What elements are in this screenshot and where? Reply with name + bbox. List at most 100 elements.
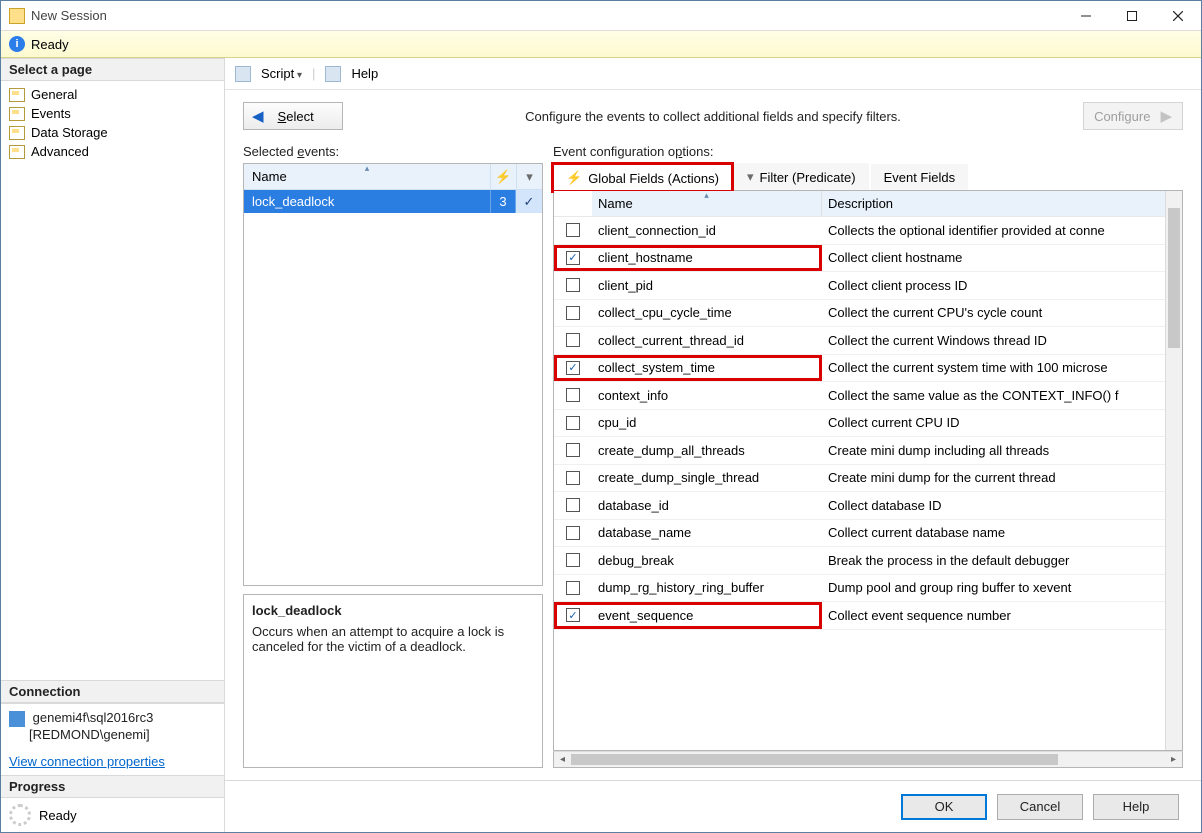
field-row[interactable]: context_infoCollect the same value as th…	[554, 382, 1165, 410]
field-checkbox[interactable]: ✓	[554, 361, 592, 375]
lightning-icon: ⚡	[566, 170, 582, 186]
field-desc: Create mini dump including all threads	[822, 443, 1165, 458]
field-row[interactable]: ✓client_hostnameCollect client hostname	[554, 245, 1165, 273]
field-row[interactable]: cpu_idCollect current CPU ID	[554, 410, 1165, 438]
field-checkbox[interactable]	[554, 553, 592, 567]
field-desc: Collect the same value as the CONTEXT_IN…	[822, 388, 1165, 403]
page-advanced[interactable]: Advanced	[7, 142, 218, 161]
event-config-label: Event configuration options:	[553, 144, 1183, 159]
funnel-icon: ▾	[747, 169, 754, 185]
config-tabs: ⚡ Global Fields (Actions) ▾ Filter (Pred…	[553, 163, 1183, 191]
tab-global-fields[interactable]: ⚡ Global Fields (Actions)	[553, 164, 732, 191]
field-name: collect_current_thread_id	[592, 333, 822, 348]
field-row[interactable]: create_dump_all_threadsCreate mini dump …	[554, 437, 1165, 465]
field-checkbox[interactable]	[554, 388, 592, 402]
instruction-text: Configure the events to collect addition…	[357, 109, 1069, 124]
col-field-desc[interactable]: Description	[822, 191, 1165, 216]
global-fields-grid: ▴ Name Description client_connection_idC…	[553, 191, 1183, 751]
selected-event-row[interactable]: lock_deadlock 3 ✓	[244, 190, 542, 213]
field-desc: Collect the current system time with 100…	[822, 360, 1165, 375]
field-row[interactable]: client_connection_idCollects the optiona…	[554, 217, 1165, 245]
field-row[interactable]: ✓collect_system_timeCollect the current …	[554, 355, 1165, 383]
col-filter[interactable]: ▾	[516, 164, 542, 189]
field-row[interactable]: debug_breakBreak the process in the defa…	[554, 547, 1165, 575]
help-button[interactable]: Help	[351, 66, 378, 81]
field-name: create_dump_single_thread	[592, 470, 822, 485]
field-desc: Collect database ID	[822, 498, 1165, 513]
page-data-storage[interactable]: Data Storage	[7, 123, 218, 142]
vertical-scrollbar[interactable]	[1165, 191, 1182, 750]
tab-event-fields[interactable]: Event Fields	[871, 164, 969, 190]
selected-events-label: Selected events:	[243, 144, 543, 159]
field-name: context_info	[592, 388, 822, 403]
progress-header: Progress	[1, 775, 224, 798]
script-dropdown[interactable]: Script	[261, 66, 302, 81]
configure-button: Configure ▶	[1083, 102, 1183, 130]
field-row[interactable]: collect_cpu_cycle_timeCollect the curren…	[554, 300, 1165, 328]
field-checkbox[interactable]	[554, 581, 592, 595]
field-checkbox[interactable]	[554, 471, 592, 485]
field-checkbox[interactable]	[554, 526, 592, 540]
field-row[interactable]: client_pidCollect client process ID	[554, 272, 1165, 300]
page-icon	[9, 107, 25, 121]
col-field-name[interactable]: ▴ Name	[592, 191, 822, 216]
titlebar: New Session	[1, 1, 1201, 31]
page-events[interactable]: Events	[7, 104, 218, 123]
select-button[interactable]: ◀ Select	[243, 102, 343, 130]
field-checkbox[interactable]	[554, 223, 592, 237]
field-row[interactable]: collect_current_thread_idCollect the cur…	[554, 327, 1165, 355]
field-name: client_connection_id	[592, 223, 822, 238]
tab-filter[interactable]: ▾ Filter (Predicate)	[734, 163, 869, 190]
field-checkbox[interactable]	[554, 498, 592, 512]
sort-indicator-icon: ▴	[704, 191, 709, 201]
cancel-button[interactable]: Cancel	[997, 794, 1083, 820]
minimize-button[interactable]	[1063, 1, 1109, 31]
field-row[interactable]: database_nameCollect current database na…	[554, 520, 1165, 548]
status-strip: i Ready	[1, 31, 1201, 58]
app-icon	[9, 8, 25, 24]
field-row[interactable]: dump_rg_history_ring_bufferDump pool and…	[554, 575, 1165, 603]
status-text: Ready	[31, 37, 69, 52]
lightning-icon: ⚡	[495, 169, 511, 185]
field-row[interactable]: ✓event_sequenceCollect event sequence nu…	[554, 602, 1165, 630]
field-desc: Collect the current Windows thread ID	[822, 333, 1165, 348]
ok-button[interactable]: OK	[901, 794, 987, 820]
field-desc: Create mini dump for the current thread	[822, 470, 1165, 485]
field-name: event_sequence	[592, 608, 822, 623]
field-name: client_pid	[592, 278, 822, 293]
field-checkbox[interactable]	[554, 306, 592, 320]
field-checkbox[interactable]: ✓	[554, 608, 592, 622]
field-checkbox[interactable]: ✓	[554, 251, 592, 265]
field-name: collect_cpu_cycle_time	[592, 305, 822, 320]
col-action-count[interactable]: ⚡	[490, 164, 516, 189]
field-name: cpu_id	[592, 415, 822, 430]
progress-box: Ready	[1, 798, 224, 832]
close-button[interactable]	[1155, 1, 1201, 31]
field-checkbox[interactable]	[554, 443, 592, 457]
field-name: database_id	[592, 498, 822, 513]
view-connection-properties-link[interactable]: View connection properties	[1, 748, 224, 775]
col-name[interactable]: ▴ Name	[244, 164, 490, 189]
field-row[interactable]: database_idCollect database ID	[554, 492, 1165, 520]
dialog-footer: OK Cancel Help	[225, 780, 1201, 832]
field-checkbox[interactable]	[554, 333, 592, 347]
field-name: client_hostname	[592, 250, 822, 265]
script-icon	[235, 66, 251, 82]
field-row[interactable]: create_dump_single_threadCreate mini dum…	[554, 465, 1165, 493]
check-icon: ✓	[516, 190, 542, 213]
connection-header: Connection	[1, 680, 224, 703]
field-checkbox[interactable]	[554, 278, 592, 292]
field-desc: Collect the current CPU's cycle count	[822, 305, 1165, 320]
field-desc: Collect current CPU ID	[822, 415, 1165, 430]
horizontal-scrollbar[interactable]: ◂ ▸	[553, 751, 1183, 768]
arrow-left-icon: ◀	[252, 107, 264, 125]
connection-info: genemi4f\sql2016rc3 [REDMOND\genemi]	[1, 703, 224, 748]
progress-text: Ready	[39, 808, 77, 823]
maximize-button[interactable]	[1109, 1, 1155, 31]
page-icon	[9, 126, 25, 140]
help-button[interactable]: Help	[1093, 794, 1179, 820]
toolbar: Script | Help	[225, 58, 1201, 90]
field-checkbox[interactable]	[554, 416, 592, 430]
page-general[interactable]: General	[7, 85, 218, 104]
field-desc: Dump pool and group ring buffer to xeven…	[822, 580, 1165, 595]
